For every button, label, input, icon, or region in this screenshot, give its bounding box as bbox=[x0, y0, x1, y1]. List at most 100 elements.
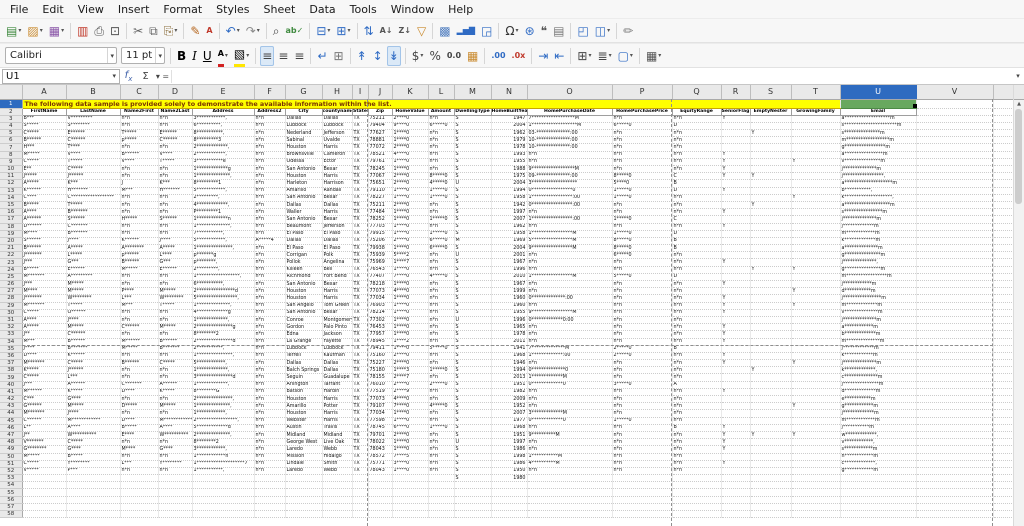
cell[interactable]: 0*************0 bbox=[527, 417, 612, 424]
cell[interactable]: 78214 bbox=[368, 309, 392, 316]
cell[interactable]: 1994 bbox=[491, 187, 527, 194]
cell[interactable]: S****** bbox=[66, 216, 120, 223]
cell[interactable]: Bexar bbox=[322, 166, 352, 173]
cell[interactable]: n*n bbox=[672, 460, 721, 467]
cell[interactable]: n*n bbox=[672, 338, 721, 345]
name-box[interactable]: U1 ▾ bbox=[2, 69, 120, 84]
cell[interactable] bbox=[721, 374, 750, 381]
redo-icon[interactable]: ↷▾ bbox=[244, 21, 262, 41]
cell[interactable]: n*n bbox=[428, 137, 454, 144]
cell[interactable]: 5************, bbox=[192, 237, 254, 244]
cell[interactable]: Bexar bbox=[322, 216, 352, 223]
cell[interactable]: 76903 bbox=[368, 302, 392, 309]
cell[interactable]: TX bbox=[352, 396, 368, 403]
cell[interactable]: TX bbox=[352, 122, 368, 129]
cell[interactable] bbox=[993, 360, 1014, 367]
cell[interactable]: n*n bbox=[612, 396, 672, 403]
borders-icon[interactable]: ⊞▾ bbox=[575, 46, 593, 66]
cell[interactable]: Y bbox=[791, 403, 840, 410]
field-header[interactable]: HomeValue bbox=[392, 108, 428, 115]
cell[interactable]: TX bbox=[352, 388, 368, 395]
cell[interactable] bbox=[721, 130, 750, 137]
cell[interactable]: M***** bbox=[66, 288, 120, 295]
cell[interactable]: A***** bbox=[22, 180, 66, 187]
cell[interactable]: d*************m bbox=[840, 388, 916, 395]
cell[interactable] bbox=[254, 496, 285, 503]
cell[interactable]: n*n bbox=[672, 374, 721, 381]
cell[interactable]: Y bbox=[750, 431, 791, 438]
cell[interactable] bbox=[527, 489, 612, 496]
row-header[interactable]: 28 bbox=[0, 295, 22, 302]
row-header[interactable]: 7 bbox=[0, 144, 22, 151]
row-header[interactable]: 5 bbox=[0, 130, 22, 137]
cell[interactable] bbox=[352, 511, 368, 518]
cell[interactable]: 75211 bbox=[368, 115, 392, 122]
cell[interactable] bbox=[721, 230, 750, 237]
freeze-panes-icon[interactable]: ◰ bbox=[575, 21, 590, 41]
draw-functions-icon[interactable]: ✏ bbox=[621, 21, 635, 41]
cell[interactable]: La Grange bbox=[285, 338, 322, 345]
cell[interactable]: n*n bbox=[254, 302, 285, 309]
cell[interactable]: Y bbox=[721, 281, 750, 288]
cell[interactable]: B bbox=[672, 345, 721, 352]
cell[interactable]: Odessa bbox=[285, 158, 322, 165]
cell[interactable]: B****** bbox=[120, 360, 158, 367]
cell[interactable]: E****** bbox=[158, 130, 192, 137]
cell[interactable] bbox=[993, 108, 1014, 115]
cell[interactable] bbox=[916, 410, 993, 417]
cell[interactable] bbox=[750, 194, 791, 201]
cell[interactable]: Richmond bbox=[285, 273, 322, 280]
cell[interactable] bbox=[22, 489, 66, 496]
cell[interactable]: a**************m bbox=[840, 245, 916, 252]
cell[interactable]: G******** bbox=[22, 446, 66, 453]
row-header[interactable]: 18 bbox=[0, 223, 22, 230]
align-center-icon[interactable]: ≡ bbox=[276, 46, 290, 66]
cell[interactable]: S bbox=[454, 173, 491, 180]
cell[interactable]: Y bbox=[750, 367, 791, 374]
cell[interactable]: n*n bbox=[158, 115, 192, 122]
cell[interactable] bbox=[66, 496, 120, 503]
cell[interactable]: Y bbox=[721, 223, 750, 230]
cell[interactable]: 2****0 bbox=[392, 431, 428, 438]
cell[interactable]: j************m bbox=[840, 281, 916, 288]
cell[interactable] bbox=[285, 489, 322, 496]
cell[interactable]: 3***********e bbox=[192, 158, 254, 165]
cell[interactable]: 1***********M bbox=[527, 453, 612, 460]
cell[interactable]: n*n bbox=[428, 259, 454, 266]
cell[interactable]: n*n bbox=[672, 252, 721, 259]
cell[interactable]: Fayette bbox=[322, 338, 352, 345]
cell[interactable] bbox=[120, 475, 158, 482]
cell[interactable]: 78155 bbox=[368, 374, 392, 381]
cell[interactable]: P*** bbox=[66, 467, 120, 474]
cell[interactable]: n*n bbox=[254, 223, 285, 230]
cell[interactable]: K***** bbox=[22, 367, 66, 374]
cell[interactable]: 1****0 bbox=[392, 137, 428, 144]
cell[interactable]: 4*****0 bbox=[428, 403, 454, 410]
cell[interactable] bbox=[993, 388, 1014, 395]
cell[interactable]: B bbox=[672, 180, 721, 187]
column-header-B[interactable]: B bbox=[66, 85, 120, 99]
cell[interactable] bbox=[791, 467, 840, 474]
row-header[interactable]: 51 bbox=[0, 460, 22, 467]
cell[interactable]: H*** bbox=[22, 144, 66, 151]
cell[interactable]: H***** bbox=[120, 216, 158, 223]
cell[interactable] bbox=[916, 403, 993, 410]
cell[interactable]: 1*******************M bbox=[527, 122, 612, 129]
cell[interactable] bbox=[672, 489, 721, 496]
cell[interactable]: 2***************d bbox=[192, 338, 254, 345]
cell[interactable] bbox=[791, 187, 840, 194]
cell[interactable]: 1************, bbox=[192, 410, 254, 417]
cell[interactable]: 9*****************M bbox=[527, 309, 612, 316]
cell[interactable]: 1****0 bbox=[392, 309, 428, 316]
cell[interactable]: 1****0 bbox=[392, 266, 428, 273]
cell[interactable]: n*n bbox=[254, 324, 285, 331]
cell[interactable] bbox=[916, 424, 993, 431]
cell[interactable] bbox=[721, 381, 750, 388]
cell[interactable]: B***** bbox=[120, 424, 158, 431]
cell[interactable]: n*n bbox=[254, 144, 285, 151]
cell[interactable]: 2001 bbox=[491, 252, 527, 259]
cell[interactable]: V***** bbox=[22, 467, 66, 474]
increase-indent-icon[interactable]: ⇥ bbox=[536, 46, 550, 66]
cell[interactable]: 1****0 bbox=[392, 245, 428, 252]
cell[interactable]: San Antonio bbox=[285, 309, 322, 316]
